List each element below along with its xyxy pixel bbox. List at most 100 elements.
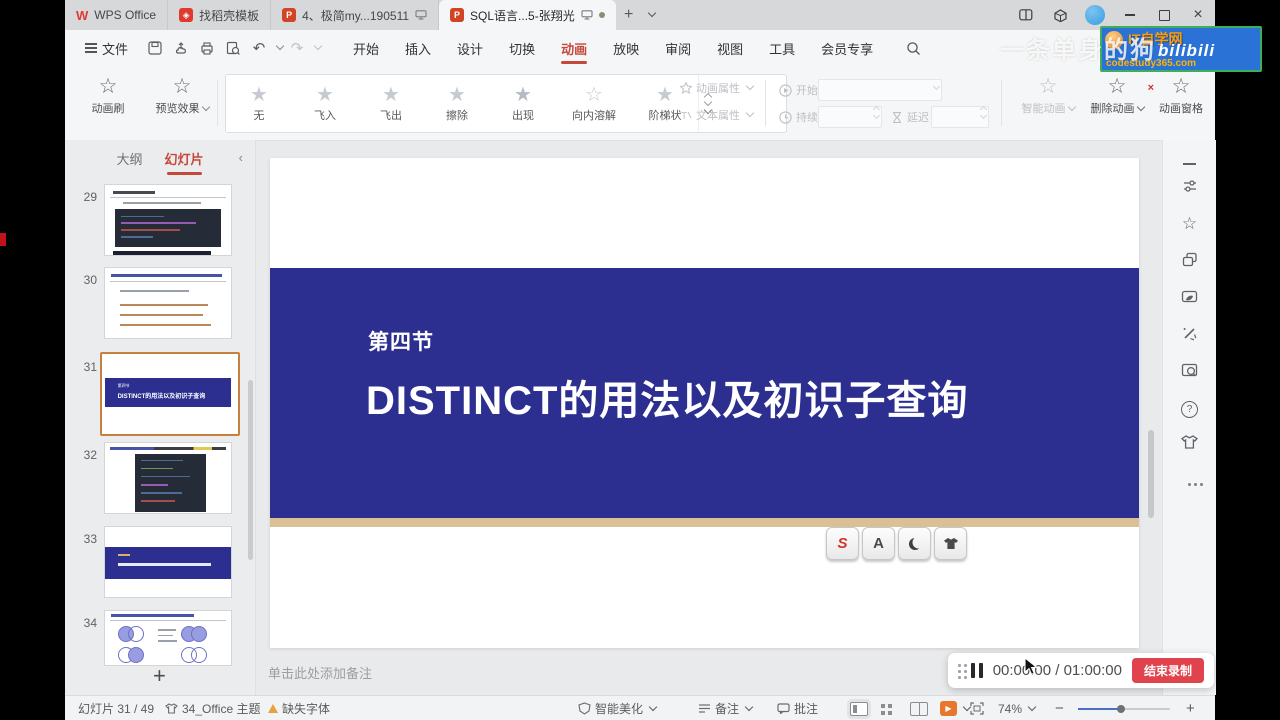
stop-recording-button[interactable]: 结束录制 <box>1131 658 1204 683</box>
undo-dropdown[interactable] <box>272 36 284 60</box>
file-menu[interactable]: 文件 <box>65 39 142 58</box>
duration-spinner[interactable] <box>818 105 882 128</box>
start-dropdown[interactable] <box>818 79 942 101</box>
slide-title-text[interactable]: DISTINCT的用法以及初识子查询 <box>366 368 968 426</box>
theme-shirt-icon[interactable] <box>1163 435 1216 449</box>
theme-button[interactable]: 34_Office 主题 <box>165 696 260 720</box>
reading-view-button[interactable] <box>910 696 928 720</box>
image-search-icon[interactable] <box>1163 363 1216 378</box>
tab-home[interactable]: 开始 <box>340 30 392 66</box>
comments-button[interactable]: 批注 <box>777 696 818 720</box>
star-icon: ★ <box>382 84 400 106</box>
gallery-item-fly-out[interactable]: ★ 飞出 <box>358 75 424 132</box>
save-button[interactable] <box>142 36 168 60</box>
tab-wps-home[interactable]: W WPS Office <box>65 0 169 30</box>
slide-thumbnail-31[interactable]: 第四节 DISTINCT的用法以及初识子查询 <box>105 357 231 427</box>
smart-animation-button[interactable]: ☆ 智能动画 <box>1015 74 1081 116</box>
tab-animation[interactable]: 动画 <box>548 30 600 66</box>
slide-thumbnail-32[interactable] <box>105 443 231 513</box>
notes-button[interactable]: 备注 <box>698 696 754 720</box>
tab-presentation-1[interactable]: P 4、极简my...190511 <box>271 0 440 30</box>
properties-icon[interactable] <box>1163 178 1216 194</box>
animation-properties-button[interactable]: 动画属性 <box>680 80 755 96</box>
tools-wand-icon[interactable] <box>1163 326 1216 341</box>
slide-thumbnail-34[interactable] <box>105 611 231 665</box>
animation-pane-button[interactable]: ☆ 动画窗格 <box>1151 74 1211 116</box>
slides-tab[interactable]: 幻灯片 <box>165 145 204 175</box>
screen: W WPS Office ◈ 找稻壳模板 P 4、极简my...190511 P… <box>0 0 1280 720</box>
tab-review[interactable]: 审阅 <box>652 30 704 66</box>
slide-thumbnail-33[interactable] <box>105 527 231 597</box>
tab-transition[interactable]: 切换 <box>496 30 548 66</box>
collapse-icon[interactable] <box>1163 152 1216 169</box>
user-avatar[interactable] <box>1085 5 1105 25</box>
output-button[interactable] <box>168 36 194 60</box>
chevron-down-icon <box>745 81 755 91</box>
moon-key-icon[interactable] <box>898 527 931 560</box>
tab-slideshow[interactable]: 放映 <box>600 30 652 66</box>
drag-handle-icon[interactable] <box>958 663 961 667</box>
slide-section-text[interactable]: 第四节 <box>368 326 434 356</box>
slideshow-play-button[interactable]: ▶ <box>940 696 972 720</box>
zoom-in-button[interactable]: + <box>1186 696 1195 720</box>
gallery-item-fly-in[interactable]: ★ 飞入 <box>292 75 358 132</box>
canvas-scrollbar[interactable] <box>1148 430 1154 518</box>
more-icon[interactable] <box>1163 473 1216 490</box>
delay-spinner[interactable] <box>931 105 989 128</box>
redo-button[interactable]: ↷ <box>284 36 310 60</box>
a-key-icon[interactable]: A <box>862 527 895 560</box>
sorter-view-button[interactable] <box>881 696 893 720</box>
animation-effects-icon[interactable]: ☆ <box>1163 214 1216 234</box>
smart-beautify-button[interactable]: 智能美化 <box>578 696 658 720</box>
tab-tools[interactable]: 工具 <box>756 30 808 66</box>
docer-icon: ◈ <box>179 8 194 22</box>
pause-button[interactable] <box>970 663 983 678</box>
search-icon[interactable] <box>900 36 926 60</box>
tab-list-dropdown[interactable] <box>642 0 660 30</box>
add-slide-button[interactable]: + <box>153 663 166 689</box>
split-view-button[interactable] <box>1009 0 1043 30</box>
preview-effect-button[interactable]: ☆ 预览效果 <box>147 74 217 116</box>
normal-view-button[interactable] <box>850 696 868 720</box>
tab-insert[interactable]: 插入 <box>392 30 444 66</box>
outline-tab[interactable]: 大纲 <box>116 145 142 172</box>
slide-thumbnail-30[interactable] <box>105 268 231 338</box>
delete-animation-label: 删除动画 <box>1090 103 1135 115</box>
preview-effect-label: 预览效果 <box>155 103 200 115</box>
collapse-panel-icon[interactable]: ‹ <box>239 150 243 165</box>
zoom-slider-knob[interactable] <box>1117 704 1125 713</box>
slide-canvas[interactable]: 第四节 DISTINCT的用法以及初识子查询 <box>270 158 1139 648</box>
notes-placeholder[interactable]: 单击此处添加备注 <box>268 663 372 682</box>
zoom-value[interactable]: 74% <box>998 696 1037 720</box>
shirt-key-icon[interactable] <box>934 527 967 560</box>
delete-animation-button[interactable]: ☆ × 删除动画 <box>1085 74 1155 116</box>
redo-dropdown[interactable] <box>310 36 322 60</box>
s-key-icon[interactable]: S <box>826 527 859 560</box>
slide-title-band[interactable]: 第四节 DISTINCT的用法以及初识子查询 <box>270 268 1139 518</box>
fit-slide-button[interactable] <box>970 696 984 720</box>
tab-view[interactable]: 视图 <box>704 30 756 66</box>
print-button[interactable] <box>194 36 220 60</box>
help-icon[interactable]: ? <box>1163 399 1216 418</box>
missing-font-warning[interactable]: 缺失字体 <box>268 696 330 720</box>
gallery-item-none[interactable]: ★ 无 <box>226 75 292 132</box>
animation-painter-button[interactable]: ☆ 动画刷 <box>77 74 139 116</box>
tab-member[interactable]: 会员专享 <box>808 30 886 66</box>
new-tab-button[interactable]: + <box>616 0 642 30</box>
text-properties-button[interactable]: T 文本属性 <box>680 107 755 123</box>
layers-icon[interactable] <box>1163 252 1216 267</box>
tab-design[interactable]: 设计 <box>444 30 496 66</box>
print-preview-button[interactable] <box>220 36 246 60</box>
gallery-item-appear[interactable]: ★ 出现 <box>490 75 556 132</box>
zoom-out-button[interactable]: − <box>1055 696 1064 720</box>
zoom-slider[interactable] <box>1078 696 1170 720</box>
slide-thumbnail-29[interactable] <box>105 185 231 255</box>
undo-button[interactable]: ↶ <box>246 36 272 60</box>
gallery-item-dissolve-in[interactable]: ☆ 向内溶解 <box>556 75 632 132</box>
panel-scrollbar[interactable] <box>248 380 253 560</box>
tab-docer-templates[interactable]: ◈ 找稻壳模板 <box>168 0 272 30</box>
tab-presentation-active[interactable]: P SQL语言...5-张翔光 <box>439 0 616 30</box>
gallery-item-wipe[interactable]: ★ 擦除 <box>424 75 490 132</box>
assets-icon[interactable] <box>1163 289 1216 304</box>
app-center-button[interactable] <box>1043 0 1077 30</box>
